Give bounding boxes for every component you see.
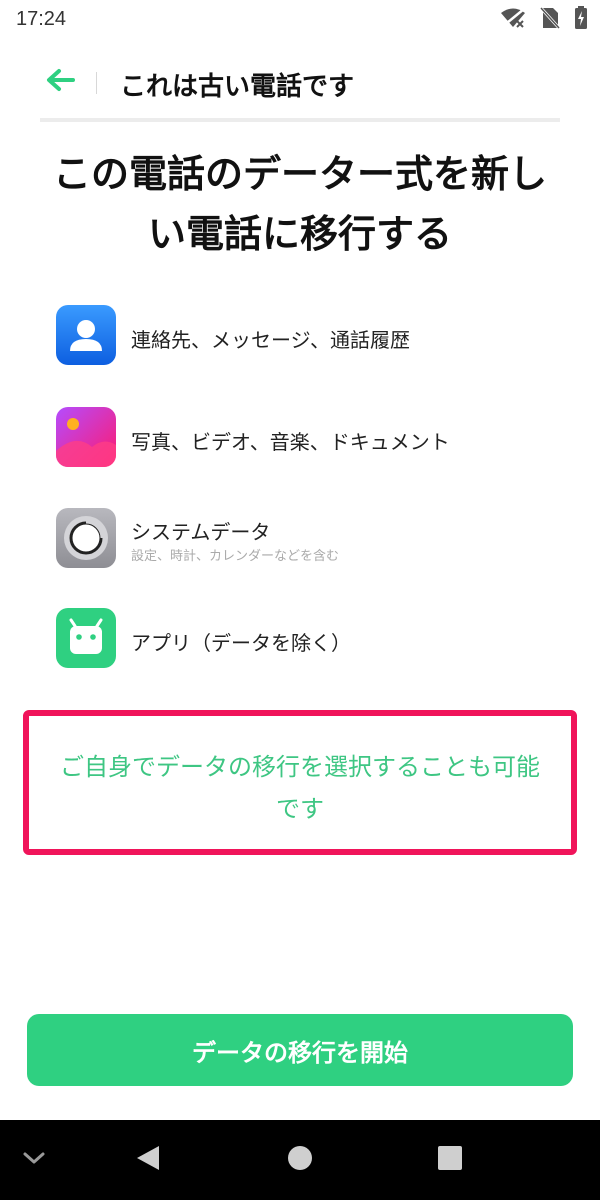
arrow-left-icon	[45, 68, 75, 96]
contacts-icon	[56, 305, 116, 365]
list-item-contacts: 連絡先、メッセージ、通話履歴	[56, 305, 556, 369]
wifi-off-icon	[500, 7, 526, 33]
start-transfer-button[interactable]: データの移行を開始	[27, 1014, 573, 1086]
back-triangle-icon	[135, 1144, 161, 1176]
nav-recents-button[interactable]	[410, 1120, 490, 1200]
back-button[interactable]	[40, 62, 80, 102]
nav-home-button[interactable]	[260, 1120, 340, 1200]
photos-icon	[56, 407, 116, 467]
list-item-label: システムデータ	[131, 520, 271, 544]
battery-charging-icon	[574, 6, 588, 34]
no-sim-icon	[539, 6, 561, 34]
chevron-down-icon	[22, 1150, 46, 1170]
status-time: 17:24	[16, 8, 67, 30]
list-item-apps: アプリ（データを除く）	[56, 608, 556, 672]
page-title: これは古い電話です	[120, 72, 355, 102]
list-item-photos: 写真、ビデオ、音楽、ドキュメント	[56, 407, 556, 471]
status-bar: 17:24	[0, 0, 600, 40]
recents-square-icon	[437, 1145, 463, 1175]
nav-collapse-button[interactable]	[0, 1120, 74, 1200]
navigation-bar	[0, 1120, 600, 1200]
list-item-system-data: システムデータ 設定、時計、カレンダーなどを含む	[56, 508, 556, 572]
main-heading-line-2: い電話に移行する	[147, 212, 452, 256]
list-item-label: 連絡先、メッセージ、通話履歴	[131, 328, 410, 352]
nav-back-button[interactable]	[108, 1120, 188, 1200]
android-apps-icon	[56, 608, 116, 668]
home-circle-icon	[287, 1145, 313, 1175]
header-divider	[96, 72, 97, 94]
list-item-label: 写真、ビデオ、音楽、ドキュメント	[131, 430, 450, 454]
status-icons	[500, 6, 588, 34]
system-settings-icon	[56, 508, 116, 568]
list-item-label: アプリ（データを除く）	[131, 631, 351, 655]
main-heading-line-1: この電話のデーター式を新し	[52, 152, 547, 196]
main-heading: この電話のデーター式を新し い電話に移行する	[30, 144, 570, 264]
highlight-box: ご自身でデータの移行を選択することも可能です	[23, 710, 577, 855]
manual-select-link[interactable]: ご自身でデータの移行を選択することも可能です	[49, 746, 551, 830]
header: これは古い電話です	[40, 56, 560, 122]
list-item-sublabel: 設定、時計、カレンダーなどを含む	[131, 549, 340, 564]
